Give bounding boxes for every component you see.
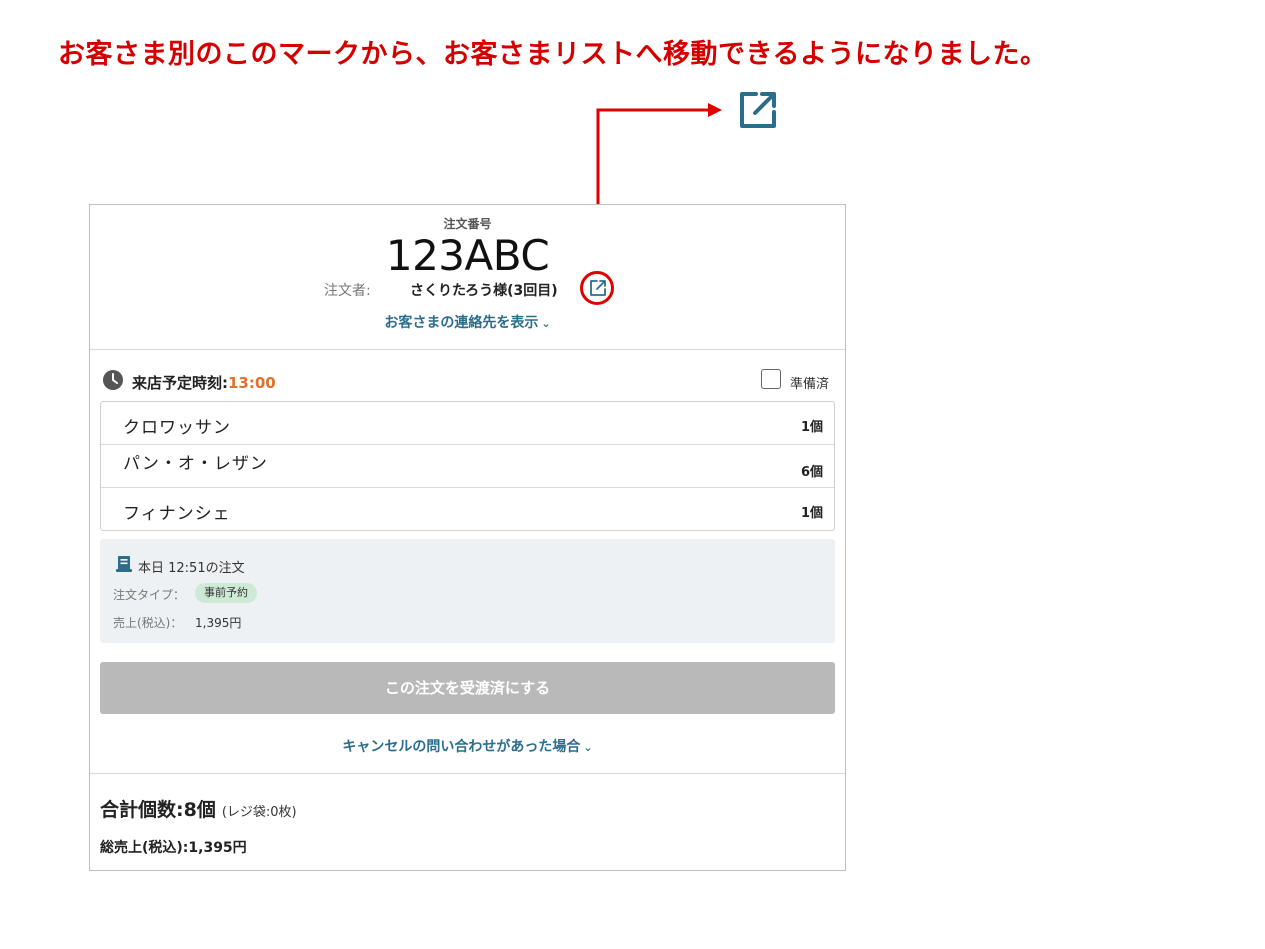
item-list: クロワッサン 1個 パン・オ・レザン 6個 フィナンシェ 1個 <box>100 401 835 531</box>
cancel-inquiry-label: キャンセルの問い合わせがあった場合 <box>342 739 581 755</box>
list-item: パン・オ・レザン 6個 <box>101 445 834 488</box>
bag-count: (レジ袋:0枚) <box>221 805 297 820</box>
show-contact-link[interactable]: お客さまの連絡先を表示 ⌄ <box>90 312 845 332</box>
total-sales: 総売上(税込):1,395円 <box>100 840 247 856</box>
sales-value: 1,395円 <box>195 616 242 630</box>
item-quantity: 6個 <box>800 465 823 480</box>
visit-time-value: 13:00 <box>228 374 276 392</box>
order-detail: 来店予定時刻:13:00 準備済 クロワッサン 1個 パン・オ・レザン 6個 フ… <box>90 349 845 774</box>
item-name: パン・オ・レザン <box>123 454 268 474</box>
chevron-down-icon: ⌄ <box>541 317 551 330</box>
item-quantity: 1個 <box>800 420 823 435</box>
sales-label: 売上(税込)： <box>113 616 183 630</box>
cancel-inquiry-link[interactable]: キャンセルの問い合わせがあった場合 ⌄ <box>90 736 845 756</box>
item-quantity: 1個 <box>800 506 823 521</box>
order-card: 注文番号 123ABC 注文者: さくりたろう様(3回目) お客さまの連絡先を表… <box>89 204 846 871</box>
receipt-icon <box>116 556 132 572</box>
order-info-box: 本日 12:51の注文 注文タイプ： 事前予約 売上(税込)： 1,395円 <box>100 539 835 643</box>
visit-time-label: 来店予定時刻: <box>132 374 228 392</box>
total-count-value: 合計個数:8個 <box>100 799 216 821</box>
show-contact-label: お客さまの連絡先を表示 <box>384 315 539 331</box>
order-type-badge: 事前予約 <box>195 583 257 603</box>
item-name: クロワッサン <box>123 418 231 438</box>
list-item: クロワッサン 1個 <box>101 402 834 445</box>
item-name: フィナンシェ <box>123 504 231 524</box>
orderer-name: さくりたろう様(3回目) <box>410 283 558 299</box>
total-count: 合計個数:8個 (レジ袋:0枚) <box>100 795 297 822</box>
order-number-label: 注文番号 <box>443 217 492 231</box>
order-time: 本日 12:51の注文 <box>138 561 245 576</box>
list-item: フィナンシェ 1個 <box>101 488 834 531</box>
orderer-label: 注文者: <box>324 283 371 299</box>
order-type-label: 注文タイプ： <box>113 588 186 602</box>
ready-label: 準備済 <box>790 377 830 392</box>
order-number: 123ABC <box>385 231 550 280</box>
mark-delivered-button[interactable]: この注文を受渡済にする <box>100 662 835 714</box>
visit-time-row: 来店予定時刻:13:00 <box>132 372 276 393</box>
chevron-down-icon: ⌄ <box>583 741 593 754</box>
highlight-circle <box>580 271 614 305</box>
ready-checkbox[interactable] <box>761 369 781 389</box>
order-header: 注文番号 123ABC 注文者: さくりたろう様(3回目) お客さまの連絡先を表… <box>90 205 845 350</box>
external-link-icon <box>740 92 776 128</box>
clock-icon <box>103 370 123 390</box>
